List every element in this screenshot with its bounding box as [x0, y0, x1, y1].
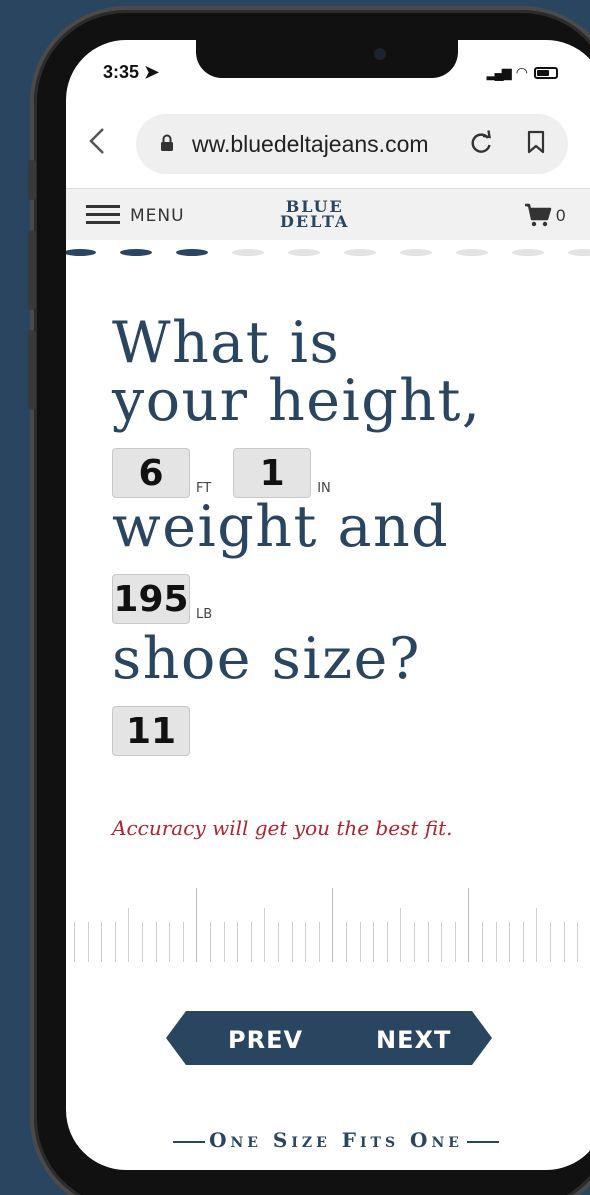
wifi-icon: ◠	[515, 64, 528, 80]
ruler-tick	[346, 922, 347, 962]
ruler-tick	[509, 922, 511, 962]
ruler-tick	[414, 922, 415, 962]
battery-icon	[534, 66, 558, 79]
back-button[interactable]	[88, 126, 106, 164]
ruler-tick	[427, 922, 429, 962]
weight-field-row: 195 LB	[112, 556, 582, 624]
ruler-tick	[128, 908, 130, 962]
question-line-2: your height,	[112, 368, 482, 434]
tagline-dash-right	[466, 1140, 499, 1143]
progress-step	[512, 249, 544, 256]
question-block: What is your height, 6 FT 1 IN weight an…	[112, 314, 582, 756]
ruler-tick	[373, 922, 375, 962]
progress-step	[232, 249, 264, 256]
question-line-1: What is	[112, 310, 341, 376]
ruler-tick	[536, 908, 538, 962]
progress-step	[400, 249, 432, 256]
height-fields: 6 FT 1 IN	[112, 430, 582, 498]
phone-silent-switch	[28, 160, 36, 200]
shoe-size-input[interactable]: 11	[112, 706, 190, 756]
ruler-tick	[305, 922, 307, 962]
ruler-tick	[182, 922, 184, 962]
hamburger-menu-icon[interactable]	[86, 205, 120, 225]
browser-toolbar: ww.bluedeltajeans.com	[66, 114, 590, 174]
progress-step	[344, 249, 376, 256]
cart-count: 0	[556, 206, 566, 225]
ruler-tick	[495, 922, 497, 962]
ruler-tick	[169, 922, 171, 962]
weight-unit-label: LB	[196, 607, 213, 622]
site-logo[interactable]: BLUE DELTA	[280, 199, 350, 231]
ruler-tick	[332, 888, 334, 962]
ruler-tick	[210, 922, 211, 962]
progress-step	[288, 249, 320, 256]
location-arrow-icon: ➤	[144, 62, 160, 82]
tagline-dash-left	[173, 1140, 206, 1143]
question-line-3: weight and	[112, 494, 450, 560]
status-icons: ▂▄▆ ◠	[487, 64, 558, 81]
ruler-tick	[87, 922, 89, 962]
ruler-tick	[114, 922, 116, 962]
address-bar[interactable]: ww.bluedeltajeans.com	[136, 114, 568, 174]
lock-icon	[161, 134, 173, 151]
ruler-tick	[264, 908, 266, 962]
chevron-left-icon	[89, 128, 104, 154]
tagline: One Size Fits One	[66, 1128, 590, 1152]
next-button[interactable]: NEXT	[376, 1026, 451, 1054]
height-inches-input[interactable]: 1	[233, 448, 312, 498]
ruler-tick	[454, 922, 456, 962]
question-line-4: shoe size?	[112, 626, 421, 692]
ruler-tick	[359, 922, 361, 962]
ruler-tick	[278, 922, 279, 962]
ruler-tick	[250, 922, 252, 962]
ruler-tick	[291, 922, 293, 962]
site-header: MENU BLUE DELTA 0	[66, 188, 590, 240]
ruler-tick	[386, 922, 388, 962]
signal-icon: ▂▄▆	[486, 64, 512, 80]
ruler-tick	[441, 922, 443, 962]
ruler-tick	[482, 922, 483, 962]
phone-screen: 3:35 ➤ ▂▄▆ ◠ ww.bluedeltajeans.com MENU …	[66, 40, 590, 1170]
prev-button[interactable]: PREV	[228, 1026, 303, 1054]
progress-step	[456, 249, 488, 256]
progress-step	[176, 249, 208, 256]
reload-icon[interactable]	[469, 130, 493, 163]
status-bar: 3:35 ➤ ▂▄▆ ◠	[66, 40, 590, 100]
tagline-text: One Size Fits One	[209, 1128, 463, 1152]
bookmark-icon[interactable]	[526, 130, 546, 154]
ruler-tick	[101, 922, 103, 962]
ruler-tick	[400, 908, 402, 962]
progress-step	[568, 249, 590, 256]
height-feet-input[interactable]: 6	[112, 448, 190, 498]
prev-next-nav: PREV NEXT	[166, 1011, 492, 1065]
ruler-tick	[142, 922, 143, 962]
ruler-tick	[563, 922, 565, 962]
ruler-decoration	[66, 882, 590, 962]
phone-volume-up	[28, 230, 36, 310]
url-text: ww.bluedeltajeans.com	[192, 131, 429, 157]
ruler-tick	[318, 922, 320, 962]
ruler-tick	[550, 922, 551, 962]
progress-step	[120, 249, 152, 256]
shoe-size-field-row: 11	[112, 688, 582, 756]
progress-indicator	[66, 246, 590, 260]
ruler-tick	[223, 922, 225, 962]
ruler-tick	[196, 888, 198, 962]
progress-step	[66, 249, 96, 256]
ruler-tick	[522, 922, 524, 962]
cart-icon[interactable]	[524, 203, 552, 227]
ruler-tick	[577, 922, 579, 962]
phone-volume-down	[28, 330, 36, 410]
logo-line-2: DELTA	[280, 212, 350, 231]
ruler-tick	[74, 922, 75, 962]
accuracy-hint: Accuracy will get you the best fit.	[112, 816, 453, 840]
ruler-tick	[155, 922, 157, 962]
menu-button[interactable]: MENU	[130, 206, 185, 226]
ruler-tick	[468, 888, 470, 962]
weight-input[interactable]: 195	[112, 574, 190, 624]
ruler-tick	[237, 922, 239, 962]
status-time: 3:35 ➤	[103, 62, 160, 82]
